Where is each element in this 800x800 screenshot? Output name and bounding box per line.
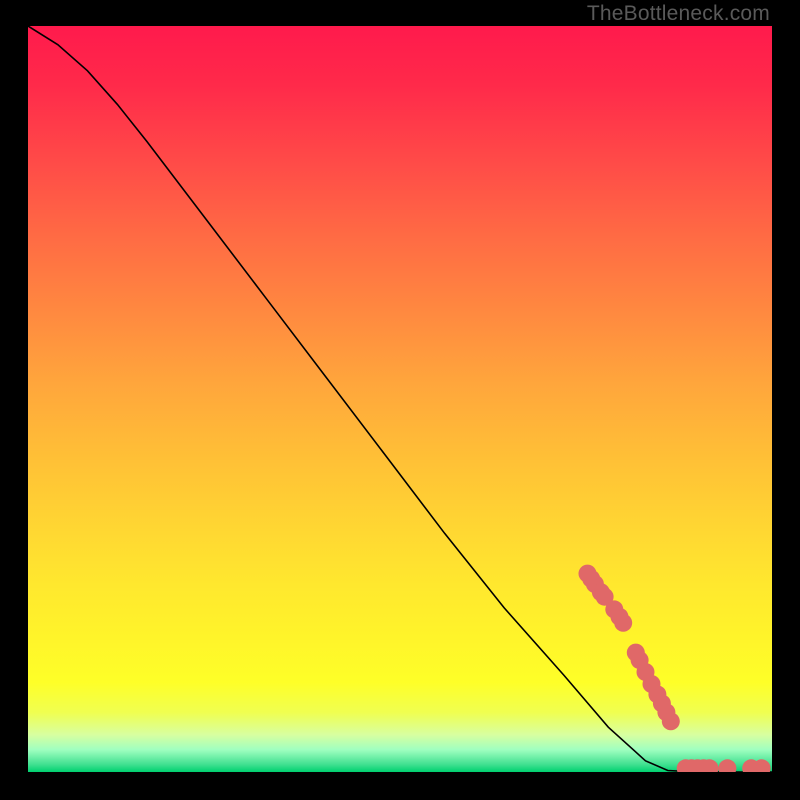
curve-line xyxy=(28,26,772,772)
chart-frame: TheBottleneck.com xyxy=(0,0,800,800)
curve-path xyxy=(28,26,772,772)
chart-svg xyxy=(28,26,772,772)
marker-dot xyxy=(662,712,680,730)
marker-dot xyxy=(718,759,736,772)
plot-area xyxy=(28,26,772,772)
marker-dots xyxy=(579,565,771,772)
watermark-text: TheBottleneck.com xyxy=(587,2,770,26)
marker-dot xyxy=(614,614,632,632)
